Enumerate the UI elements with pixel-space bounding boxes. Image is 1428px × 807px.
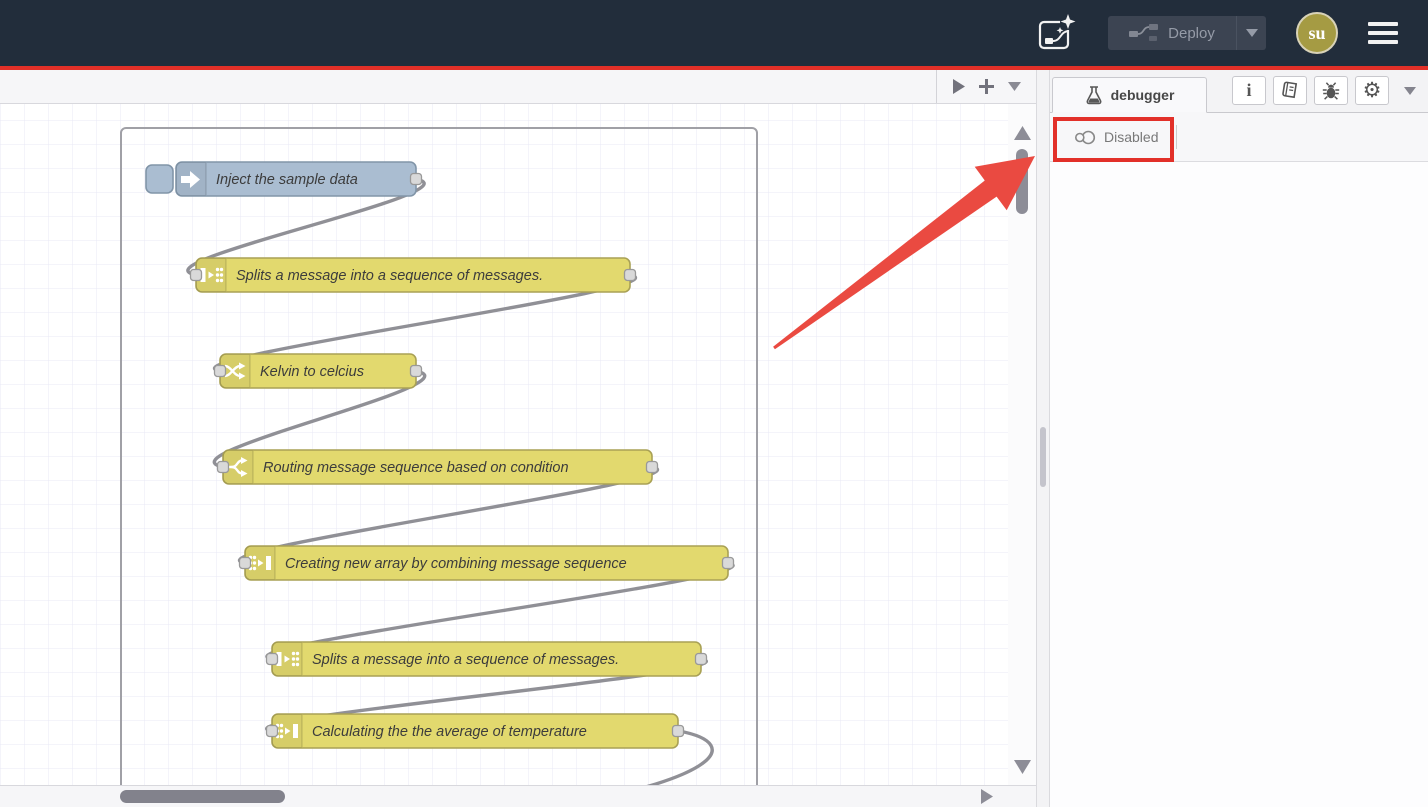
- info-icon: i: [1244, 81, 1254, 100]
- debugger-disabled-toggle[interactable]: Disabled: [1064, 124, 1168, 150]
- node-label: Routing message sequence based on condit…: [263, 460, 569, 476]
- deploy-button-main[interactable]: Deploy: [1108, 23, 1236, 43]
- flow-node-inject[interactable]: Inject the sample data: [146, 162, 422, 196]
- sidebar-tab-debugger[interactable]: debugger: [1052, 77, 1207, 113]
- toggle-off-icon: [1074, 130, 1096, 145]
- flow-node-change1[interactable]: Kelvin to celcius: [215, 354, 422, 388]
- debug-messages-button[interactable]: [1314, 76, 1348, 105]
- flask-icon: [1085, 86, 1103, 105]
- grid-background: [0, 104, 1008, 785]
- sidebar-content: [1050, 162, 1428, 807]
- node-red-app: Deploy su: [0, 0, 1428, 807]
- add-flow-button[interactable]: [979, 79, 994, 94]
- next-tab-button[interactable]: [952, 79, 965, 94]
- sidebar-tabstrip: debugger i: [1050, 70, 1428, 113]
- gear-icon: ⚙: [1363, 80, 1382, 101]
- svg-text:i: i: [1246, 81, 1251, 100]
- toolbar-divider: [1176, 125, 1177, 149]
- book-icon: [1280, 81, 1300, 101]
- node-input-port[interactable]: [218, 462, 229, 473]
- main-menu-button[interactable]: [1368, 22, 1398, 44]
- node-output-port[interactable]: [696, 654, 707, 665]
- disabled-label: Disabled: [1104, 129, 1158, 145]
- hscroll-thumb[interactable]: [120, 790, 285, 803]
- sidebar: debugger i: [1050, 70, 1428, 807]
- flow-canvas[interactable]: Inject the sample data Splits a message i…: [0, 104, 1036, 785]
- deploy-flow-icon: [1129, 23, 1158, 43]
- chevron-down-icon: [1404, 87, 1416, 95]
- workspace-column: Inject the sample data Splits a message i…: [0, 70, 1036, 807]
- node-label: Creating new array by combining message …: [285, 556, 627, 572]
- node-output-port[interactable]: [411, 366, 422, 377]
- flow-canvas-wrap: Inject the sample data Splits a message i…: [0, 104, 1036, 785]
- hscroll-right-arrow[interactable]: [980, 789, 993, 804]
- vscroll-thumb[interactable]: [1016, 149, 1028, 214]
- flow-node-switch1[interactable]: Routing message sequence based on condit…: [218, 450, 658, 484]
- node-output-port[interactable]: [411, 174, 422, 185]
- workspace-tabbar: [0, 70, 1036, 104]
- node-label: Kelvin to celcius: [260, 364, 364, 380]
- deploy-options-button[interactable]: [1236, 16, 1266, 50]
- sidebar-buttons: i: [1232, 76, 1416, 105]
- node-output-port[interactable]: [723, 558, 734, 569]
- separator-grip[interactable]: [1040, 427, 1046, 487]
- sidebar-separator[interactable]: [1036, 70, 1050, 807]
- inject-trigger-button[interactable]: [146, 165, 173, 193]
- node-input-port[interactable]: [267, 654, 278, 665]
- ai-assistant-button[interactable]: [1036, 13, 1078, 53]
- node-output-port[interactable]: [625, 270, 636, 281]
- deploy-label: Deploy: [1168, 25, 1215, 42]
- tabbar-controls: [936, 70, 1036, 103]
- node-label: Inject the sample data: [216, 172, 358, 188]
- node-input-port[interactable]: [240, 558, 251, 569]
- flow-node-split2[interactable]: Splits a message into a sequence of mess…: [267, 642, 707, 676]
- ai-flow-sparkle-icon: [1036, 13, 1078, 53]
- flow-node-split1[interactable]: Splits a message into a sequence of mess…: [191, 258, 636, 292]
- node-label: Splits a message into a sequence of mess…: [236, 268, 543, 284]
- node-output-port[interactable]: [647, 462, 658, 473]
- node-input-port[interactable]: [215, 366, 226, 377]
- config-nodes-button[interactable]: ⚙: [1355, 76, 1389, 105]
- node-label: Calculating the the average of temperatu…: [312, 724, 587, 740]
- header-bar: Deploy su: [0, 0, 1428, 66]
- node-output-port[interactable]: [673, 726, 684, 737]
- info-button[interactable]: i: [1232, 76, 1266, 105]
- flow-node-join1[interactable]: Creating new array by combining message …: [240, 546, 734, 580]
- user-avatar[interactable]: su: [1296, 12, 1338, 54]
- help-button[interactable]: [1273, 76, 1307, 105]
- chevron-down-icon: [1246, 29, 1258, 37]
- avatar-initials: su: [1308, 23, 1325, 44]
- sidebar-tab-label: debugger: [1111, 87, 1175, 103]
- sidebar-toolbar: Disabled: [1050, 113, 1428, 162]
- node-input-port[interactable]: [191, 270, 202, 281]
- bug-icon: [1321, 81, 1341, 101]
- flow-node-join2[interactable]: Calculating the the average of temperatu…: [267, 714, 684, 748]
- tab-list-button[interactable]: [1008, 82, 1021, 91]
- node-label: Splits a message into a sequence of mess…: [312, 652, 619, 668]
- hscrollbar-track[interactable]: [0, 785, 1036, 807]
- sidebar-more-button[interactable]: [1404, 83, 1416, 98]
- node-input-port[interactable]: [267, 726, 278, 737]
- deploy-button[interactable]: Deploy: [1108, 16, 1266, 50]
- hamburger-icon: [1368, 22, 1398, 26]
